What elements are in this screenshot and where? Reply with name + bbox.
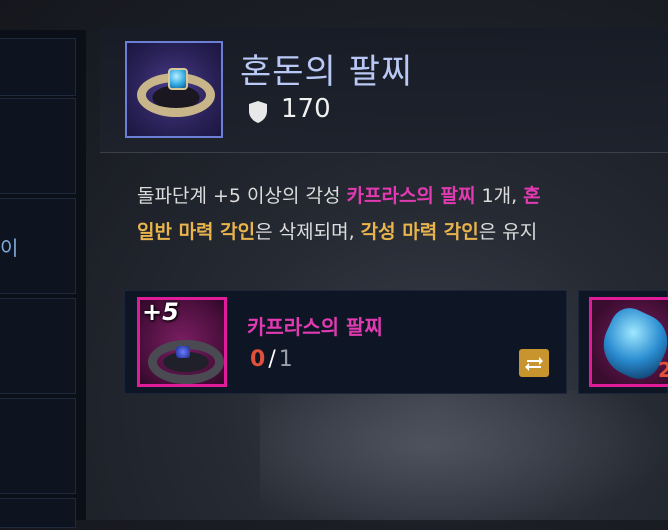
enhance-level-badge: +5	[142, 298, 179, 326]
crystal-icon	[593, 301, 668, 384]
material-owned: 0	[250, 347, 266, 372]
swap-arrows-icon	[525, 357, 543, 371]
gem-icon	[168, 68, 188, 90]
desc-highlight-item: 카프라스의 팔찌	[346, 185, 476, 207]
desc-text: 1개,	[475, 185, 524, 207]
list-slot-label: 이	[0, 236, 19, 260]
item-description: 돌파단계 +5 이상의 각성 카프라스의 팔찌 1개, 혼 일반 마력 각인은 …	[137, 178, 668, 250]
material-required: 1	[278, 347, 293, 372]
item-title: 혼돈의 팔찌	[240, 52, 414, 92]
shield-icon	[249, 101, 267, 123]
list-slot[interactable]	[0, 38, 76, 96]
desc-highlight-engraving: 각성 마력 각인	[360, 221, 479, 243]
material-icon-crystal[interactable]	[589, 297, 668, 387]
desc-text: 돌파단계 +5 이상의 각성	[137, 185, 347, 207]
count-separator: /	[268, 347, 276, 372]
material-count: 0/1	[250, 347, 293, 372]
gem-icon	[176, 346, 190, 358]
desc-highlight-item: 혼	[523, 185, 541, 207]
list-slot[interactable]	[0, 98, 76, 194]
list-slot[interactable]	[0, 298, 76, 394]
desc-highlight-engraving: 일반 마력 각인	[137, 221, 256, 243]
material-count-partial: 2	[658, 358, 668, 382]
desc-text: 은 유지	[478, 221, 538, 243]
item-level: 170	[281, 94, 331, 124]
item-icon-bracelet[interactable]	[125, 41, 223, 138]
list-slot[interactable]	[0, 398, 76, 494]
swap-button[interactable]	[519, 349, 549, 377]
description-line-1: 돌파단계 +5 이상의 각성 카프라스의 팔찌 1개, 혼	[137, 178, 668, 214]
background-rock	[260, 390, 668, 530]
desc-text: 은 삭제되며,	[255, 221, 361, 243]
list-slot[interactable]	[0, 498, 76, 528]
material-name: 카프라스의 팔찌	[247, 315, 383, 339]
description-line-2: 일반 마력 각인은 삭제되며, 각성 마력 각인은 유지	[137, 214, 668, 250]
